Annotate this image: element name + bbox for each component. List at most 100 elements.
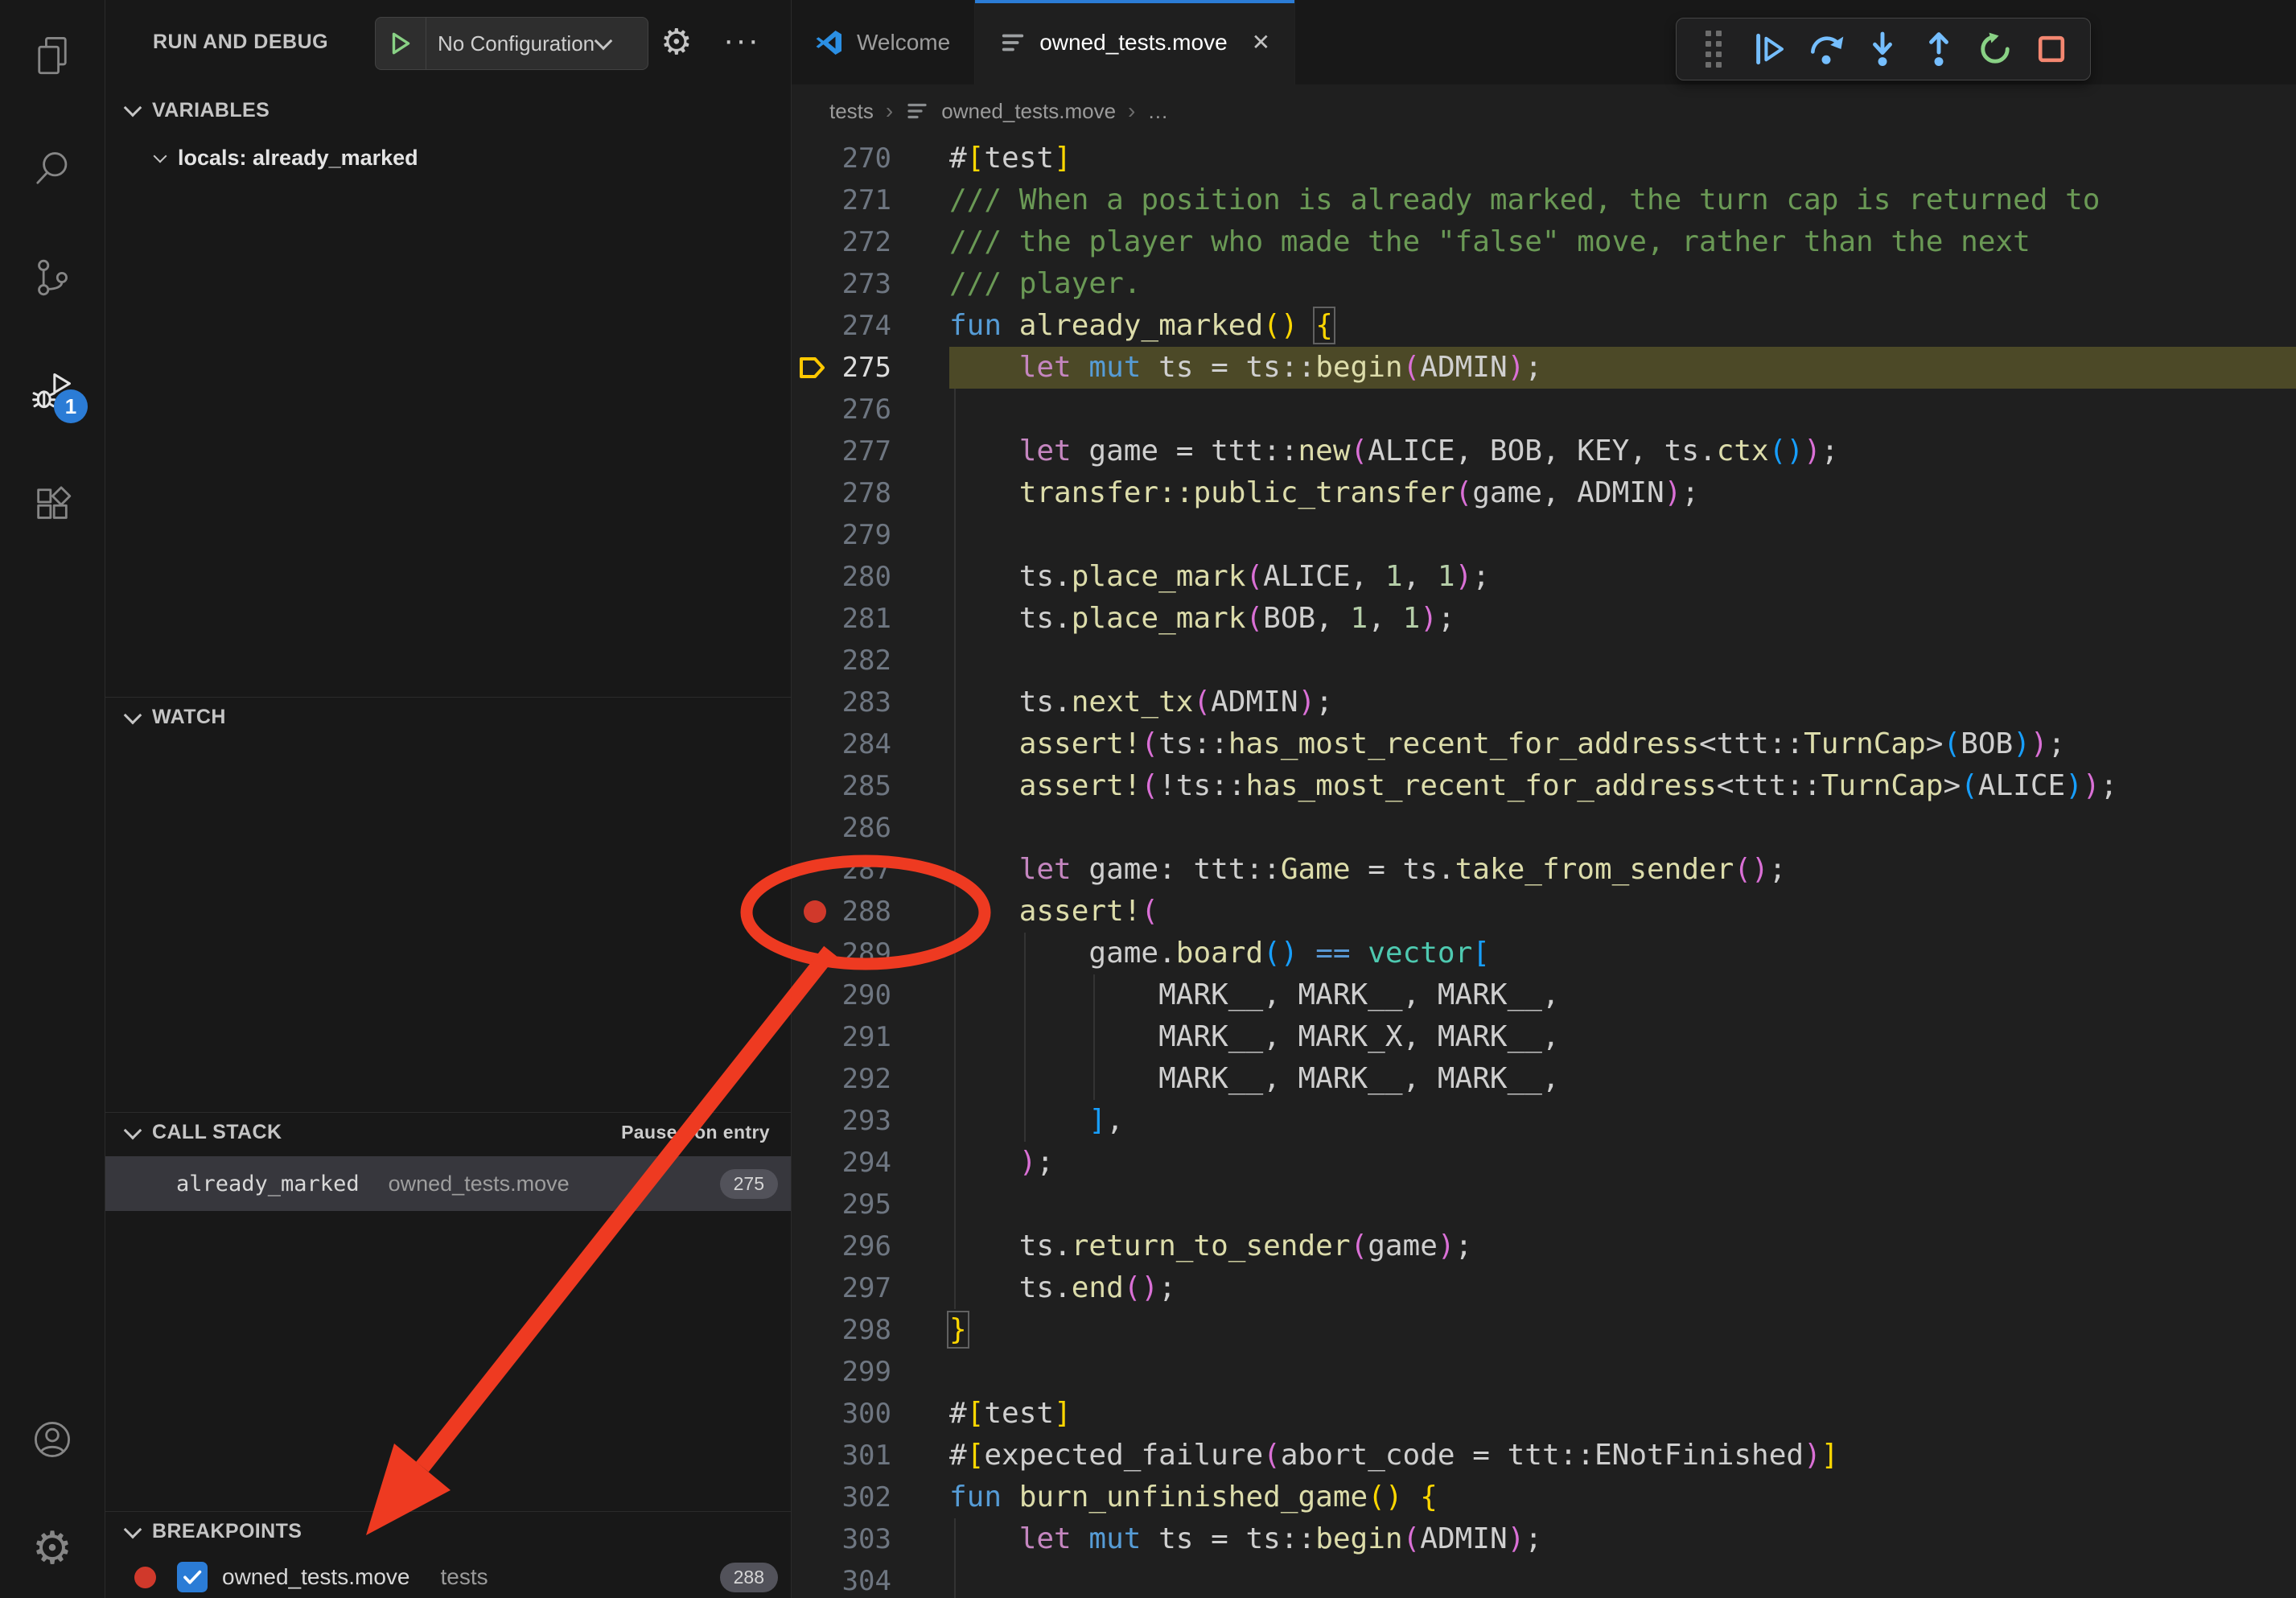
- step-out-button[interactable]: [1913, 23, 1965, 75]
- step-over-button[interactable]: [1800, 23, 1852, 75]
- line-number[interactable]: 282: [791, 640, 911, 682]
- line-number[interactable]: 303: [791, 1518, 911, 1560]
- step-into-button[interactable]: [1857, 23, 1908, 75]
- line-number[interactable]: 299: [791, 1351, 911, 1393]
- line-number[interactable]: 280: [791, 556, 911, 598]
- call-stack-section-header[interactable]: CALL STACK Paused on entry: [105, 1112, 791, 1152]
- code-line-text[interactable]: ts.return_to_sender(game);: [949, 1225, 1472, 1267]
- run-and-debug-icon[interactable]: 1: [23, 362, 81, 420]
- code-line-text[interactable]: /// the player who made the "false" move…: [949, 221, 2031, 263]
- line-number[interactable]: 295: [791, 1184, 911, 1225]
- code-line-text[interactable]: transfer::public_transfer(game, ADMIN);: [949, 472, 1699, 514]
- launch-configuration-dropdown[interactable]: No Configurations: [375, 17, 648, 70]
- code-line-text[interactable]: }: [949, 1309, 967, 1351]
- line-number[interactable]: 290: [791, 974, 911, 1016]
- extensions-icon[interactable]: [23, 474, 81, 532]
- code-line-text[interactable]: game.board() == vector[: [949, 933, 1490, 974]
- line-number[interactable]: 289: [791, 933, 911, 974]
- breadcrumb-separator: ›: [886, 98, 893, 124]
- code-line-text[interactable]: /// When a position is already marked, t…: [949, 179, 2100, 221]
- line-number[interactable]: 274: [791, 305, 911, 347]
- code-line-text[interactable]: let game = ttt::new(ALICE, BOB, KEY, ts.…: [949, 430, 1838, 472]
- line-number[interactable]: 298: [791, 1309, 911, 1351]
- line-number[interactable]: 293: [791, 1100, 911, 1142]
- line-number[interactable]: 287: [791, 849, 911, 891]
- breakpoints-section-header[interactable]: BREAKPOINTS: [105, 1511, 791, 1551]
- line-number[interactable]: 304: [791, 1560, 911, 1598]
- line-number[interactable]: 277: [791, 430, 911, 472]
- drag-handle[interactable]: [1688, 23, 1739, 75]
- line-number[interactable]: 291: [791, 1016, 911, 1058]
- account-icon[interactable]: [23, 1411, 81, 1468]
- line-number[interactable]: 294: [791, 1142, 911, 1184]
- breadcrumb[interactable]: tests › owned_tests.move › …: [791, 84, 2296, 138]
- line-number[interactable]: 279: [791, 514, 911, 556]
- variables-scope-locals[interactable]: locals: already_marked: [105, 135, 791, 180]
- breadcrumb-file[interactable]: owned_tests.move: [941, 99, 1116, 124]
- code-line-text[interactable]: let game: ttt::Game = ts.take_from_sende…: [949, 849, 1786, 891]
- code-line-text[interactable]: ts.next_tx(ADMIN);: [949, 682, 1333, 723]
- line-number[interactable]: 302: [791, 1477, 911, 1518]
- code-line-text[interactable]: fun burn_unfinished_game() {: [949, 1477, 1438, 1518]
- code-line-text[interactable]: MARK__, MARK__, MARK__,: [949, 974, 1560, 1016]
- code-token: /// When a position is already marked, t…: [949, 183, 2100, 216]
- code-line-text[interactable]: ts.place_mark(BOB, 1, 1);: [949, 598, 1455, 640]
- code-line-text[interactable]: assert!(ts::has_most_recent_for_address<…: [949, 723, 2065, 765]
- restart-button[interactable]: [1969, 23, 2021, 75]
- code-line-text[interactable]: #[test]: [949, 1393, 1072, 1435]
- breakpoint-list-item[interactable]: owned_tests.move tests 288: [105, 1555, 791, 1598]
- variables-section-header[interactable]: VARIABLES: [105, 90, 791, 130]
- code-line-text[interactable]: MARK__, MARK_X, MARK__,: [949, 1016, 1560, 1058]
- code-token: /// the player who made the "false" move…: [949, 225, 2031, 258]
- line-number[interactable]: 296: [791, 1225, 911, 1267]
- code-line-text[interactable]: assert!(: [949, 891, 1158, 933]
- line-number[interactable]: 284: [791, 723, 911, 765]
- search-icon[interactable]: [23, 139, 81, 197]
- breadcrumb-more[interactable]: …: [1147, 99, 1168, 124]
- code-editor[interactable]: 270 #[test] 271 /// When a position is alre…: [791, 138, 2296, 1598]
- line-number[interactable]: 270: [791, 138, 911, 179]
- breakpoint-checkbox[interactable]: [177, 1562, 208, 1592]
- line-number[interactable]: 281: [791, 598, 911, 640]
- line-number[interactable]: 278: [791, 472, 911, 514]
- source-control-icon[interactable]: [23, 249, 81, 307]
- debug-settings-gear-icon[interactable]: ⚙: [660, 0, 692, 84]
- code-line-text[interactable]: let mut ts = ts::begin(ADMIN);: [949, 347, 1542, 389]
- code-line: 281 ts.place_mark(BOB, 1, 1);: [791, 598, 2296, 640]
- code-line-text[interactable]: assert!(!ts::has_most_recent_for_address…: [949, 765, 2117, 807]
- tab-welcome[interactable]: Welcome: [791, 0, 975, 84]
- call-stack-frame-row[interactable]: already_marked owned_tests.move 275: [105, 1156, 791, 1211]
- more-actions-icon[interactable]: ···: [723, 0, 760, 80]
- line-number[interactable]: 272: [791, 221, 911, 263]
- line-number[interactable]: 273: [791, 263, 911, 305]
- code-line-text[interactable]: fun already_marked() {: [949, 305, 1333, 347]
- settings-gear-icon[interactable]: ⚙: [23, 1520, 81, 1578]
- line-number[interactable]: 283: [791, 682, 911, 723]
- explorer-icon[interactable]: [23, 26, 81, 84]
- continue-button[interactable]: [1744, 23, 1796, 75]
- watch-section-header[interactable]: WATCH: [105, 697, 791, 737]
- line-number[interactable]: 292: [791, 1058, 911, 1100]
- line-number[interactable]: 297: [791, 1267, 911, 1309]
- code-line-text[interactable]: );: [949, 1142, 1054, 1184]
- close-tab-icon[interactable]: ✕: [1252, 29, 1270, 56]
- code-line-text[interactable]: /// player.: [949, 263, 1141, 305]
- code-line-text[interactable]: MARK__, MARK__, MARK__,: [949, 1058, 1560, 1100]
- line-number[interactable]: 285: [791, 765, 911, 807]
- code-line-text[interactable]: let mut ts = ts::begin(ADMIN);: [949, 1518, 1542, 1560]
- code-line-text[interactable]: ts.place_mark(ALICE, 1, 1);: [949, 556, 1490, 598]
- line-number[interactable]: 271: [791, 179, 911, 221]
- line-number[interactable]: 286: [791, 807, 911, 849]
- code-line-text[interactable]: #[expected_failure(abort_code = ttt::ENo…: [949, 1435, 1838, 1477]
- breakpoint-dot-icon[interactable]: [804, 900, 826, 923]
- stop-button[interactable]: [2026, 23, 2077, 75]
- line-number[interactable]: 301: [791, 1435, 911, 1477]
- start-debugging-icon[interactable]: [376, 18, 426, 69]
- line-number[interactable]: 300: [791, 1393, 911, 1435]
- code-line-text[interactable]: ],: [949, 1100, 1124, 1142]
- code-line-text[interactable]: #[test]: [949, 138, 1072, 179]
- line-number[interactable]: 276: [791, 389, 911, 430]
- code-line-text[interactable]: ts.end();: [949, 1267, 1176, 1309]
- tab-owned-tests-move[interactable]: owned_tests.move ✕: [975, 0, 1295, 84]
- breadcrumb-folder[interactable]: tests: [829, 99, 874, 124]
